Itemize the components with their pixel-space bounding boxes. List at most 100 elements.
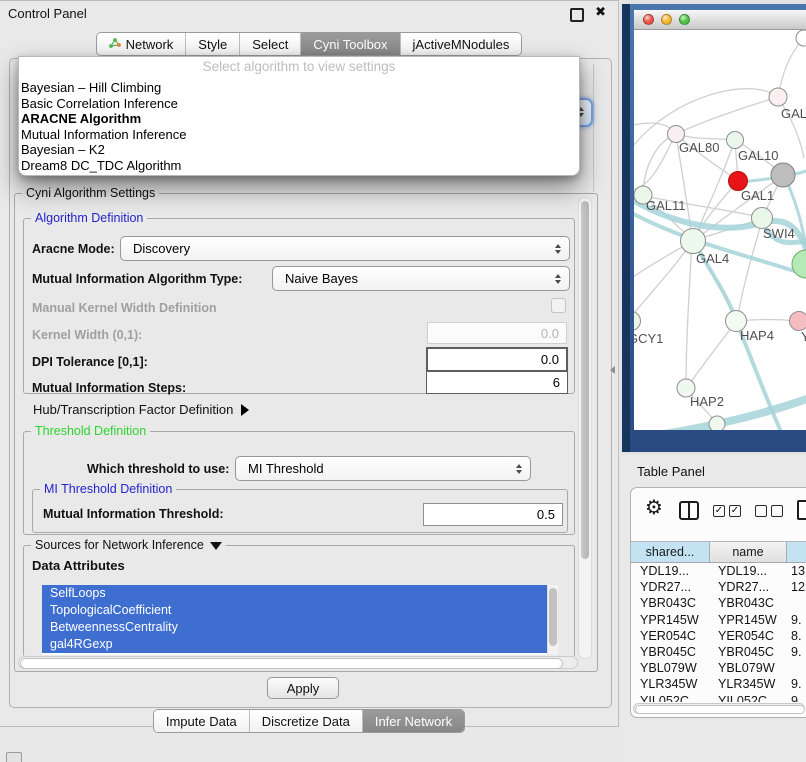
select-all-checkbox-icon[interactable]: ✓ (713, 505, 725, 517)
algorithm-option-bayesian-k2[interactable]: Bayesian – K2 (19, 142, 579, 158)
table-row[interactable]: YBL079WYBL079W (631, 660, 806, 676)
spinner-arrows-icon (555, 274, 561, 284)
column-header-3[interactable] (787, 542, 806, 562)
network-node-gal[interactable] (769, 88, 787, 106)
algorithm-option-list: Bayesian – Hill ClimbingBasic Correlatio… (19, 80, 579, 173)
table-cell: YLR345W (710, 677, 787, 691)
table-row[interactable]: YDL19...YDL19...13 (631, 563, 806, 579)
algorithm-option-basic-correlation-inference[interactable]: Basic Correlation Inference (19, 96, 579, 112)
dpi-tolerance-value: 0.0 (541, 352, 559, 367)
settings-vertical-scrollbar[interactable] (578, 197, 592, 659)
data-attributes-list[interactable]: SelfLoopsTopologicalCoefficientBetweenne… (42, 585, 558, 655)
settings-horizontal-scrollbar-thumb[interactable] (20, 658, 563, 669)
table-horizontal-scrollbar[interactable] (633, 703, 805, 714)
network-edge[interactable] (664, 398, 806, 430)
close-button[interactable] (643, 14, 654, 25)
network-node-gcy1[interactable] (634, 312, 641, 331)
network-view-window: GALGAL80GAL10GAL1GAL11SWI4GAL4GCY1HAP4YH… (634, 10, 806, 430)
node-label-gal4: GAL4 (696, 251, 729, 266)
network-node[interactable] (796, 30, 806, 46)
deselect-all-checkbox-icon[interactable] (755, 505, 767, 517)
table-cell: 8. (787, 629, 806, 643)
list-scrollbar[interactable] (547, 585, 558, 655)
network-node[interactable] (771, 163, 795, 187)
network-node-gal4[interactable] (681, 229, 706, 254)
tab-impute-data[interactable]: Impute Data (154, 710, 249, 732)
table-row[interactable]: YIL052CYIL052C9 (631, 693, 806, 703)
network-node[interactable] (709, 416, 725, 430)
attribute-item-gal4rgexp[interactable]: gal4RGexp (42, 636, 547, 653)
expanded-arrow-icon[interactable] (210, 542, 222, 550)
network-edge[interactable] (634, 135, 675, 192)
network-node-y[interactable] (790, 312, 806, 331)
table-row[interactable]: YER054CYER054C8. (631, 628, 806, 644)
network-edge[interactable] (678, 97, 778, 133)
table-row[interactable]: YBR043CYBR043C (631, 595, 806, 611)
list-scrollbar-thumb[interactable] (549, 588, 557, 646)
network-node-gal10[interactable] (727, 132, 744, 149)
tab-cyni-toolbox[interactable]: Cyni Toolbox (300, 33, 399, 55)
tab-label: Cyni Toolbox (313, 37, 387, 52)
network-edge[interactable] (737, 220, 762, 321)
network-edge[interactable] (634, 243, 690, 280)
network-graph[interactable]: GALGAL80GAL10GAL1GAL11SWI4GAL4GCY1HAP4YH… (634, 30, 806, 430)
splitter-collapse-arrow[interactable] (610, 366, 615, 374)
zoom-button[interactable] (679, 14, 690, 25)
network-edge[interactable] (643, 135, 674, 194)
table-row[interactable]: YLR345WYLR345W9. (631, 676, 806, 692)
column-header-name[interactable]: name (710, 542, 787, 562)
document-icon[interactable] (797, 500, 806, 520)
table-cell: YDR27... (710, 580, 787, 594)
tab-label: Select (252, 37, 288, 52)
mi-steps-field[interactable]: 6 (426, 371, 568, 394)
table-horizontal-scrollbar-thumb[interactable] (635, 705, 805, 714)
node-label-hap4: HAP4 (740, 328, 774, 343)
tab-discretize-data[interactable]: Discretize Data (249, 710, 362, 732)
column-header-shared[interactable]: shared... (631, 542, 710, 562)
tab-infer-network[interactable]: Infer Network (362, 710, 464, 732)
aracne-mode-select[interactable]: Discovery (120, 236, 570, 261)
apply-button[interactable]: Apply (267, 677, 339, 699)
float-window-button[interactable] (570, 8, 584, 22)
background-groupbox-edge (593, 64, 594, 192)
algorithm-option-bayesian-hill-climbing[interactable]: Bayesian – Hill Climbing (19, 80, 579, 96)
algorithm-option-dream8-dc-tdc-algorithm[interactable]: Dream8 DC_TDC Algorithm (19, 158, 579, 174)
algorithm-option-mutual-information-inference[interactable]: Mutual Information Inference (19, 127, 579, 143)
network-edge[interactable] (688, 323, 735, 386)
settings-vertical-scrollbar-thumb[interactable] (581, 201, 589, 559)
mi-algorithm-type-select[interactable]: Naive Bayes (272, 266, 570, 291)
deselect-all-checkbox-icon[interactable] (771, 505, 783, 517)
network-edge[interactable] (778, 38, 804, 96)
tab-network[interactable]: Network (97, 33, 186, 55)
settings-horizontal-scrollbar[interactable] (18, 656, 578, 669)
attribute-item-betweennesscentrality[interactable]: BetweennessCentrality (42, 619, 547, 636)
minimized-window-icon[interactable] (6, 752, 22, 762)
network-edge[interactable] (634, 242, 692, 318)
kernel-width-field[interactable]: 0.0 (427, 322, 567, 344)
table-row[interactable]: YPR145WYPR145W9. (631, 612, 806, 628)
manual-kernel-width-checkbox[interactable] (551, 298, 566, 313)
column-layout-icon[interactable] (679, 501, 699, 520)
collapsed-arrow-icon[interactable] (241, 404, 249, 416)
network-edge[interactable] (686, 243, 692, 386)
table-cell: YPR145W (631, 613, 710, 627)
table-row[interactable]: YBR045CYBR045C9. (631, 644, 806, 660)
tab-style[interactable]: Style (185, 33, 239, 55)
tab-select[interactable]: Select (239, 33, 300, 55)
which-threshold-select[interactable]: MI Threshold (235, 456, 531, 481)
table-row[interactable]: YDR27...YDR27...12 (631, 579, 806, 595)
attribute-item-selfloops[interactable]: SelfLoops (42, 585, 547, 602)
dpi-tolerance-field[interactable]: 0.0 (426, 347, 568, 372)
minimize-button[interactable] (661, 14, 672, 25)
close-panel-button[interactable]: ✖ (595, 5, 606, 20)
hub-transcription-factor-section[interactable]: Hub/Transcription Factor Definition (33, 402, 249, 417)
select-all-checkbox-icon[interactable]: ✓ (729, 505, 741, 517)
algorithm-option-aracne-algorithm[interactable]: ARACNE Algorithm (19, 111, 579, 127)
table-panel: Table Panel ⚙ ✓ ✓ shared...name YDL19...… (620, 455, 806, 762)
tab-jactivemnodules[interactable]: jActiveMNodules (400, 33, 522, 55)
network-canvas[interactable]: GALGAL80GAL10GAL1GAL11SWI4GAL4GCY1HAP4YH… (634, 30, 806, 430)
attribute-item-topologicalcoefficient[interactable]: TopologicalCoefficient (42, 602, 547, 619)
gear-icon[interactable]: ⚙ (645, 495, 663, 519)
mi-threshold-field[interactable]: 0.5 (423, 503, 563, 526)
network-node[interactable] (792, 250, 806, 278)
